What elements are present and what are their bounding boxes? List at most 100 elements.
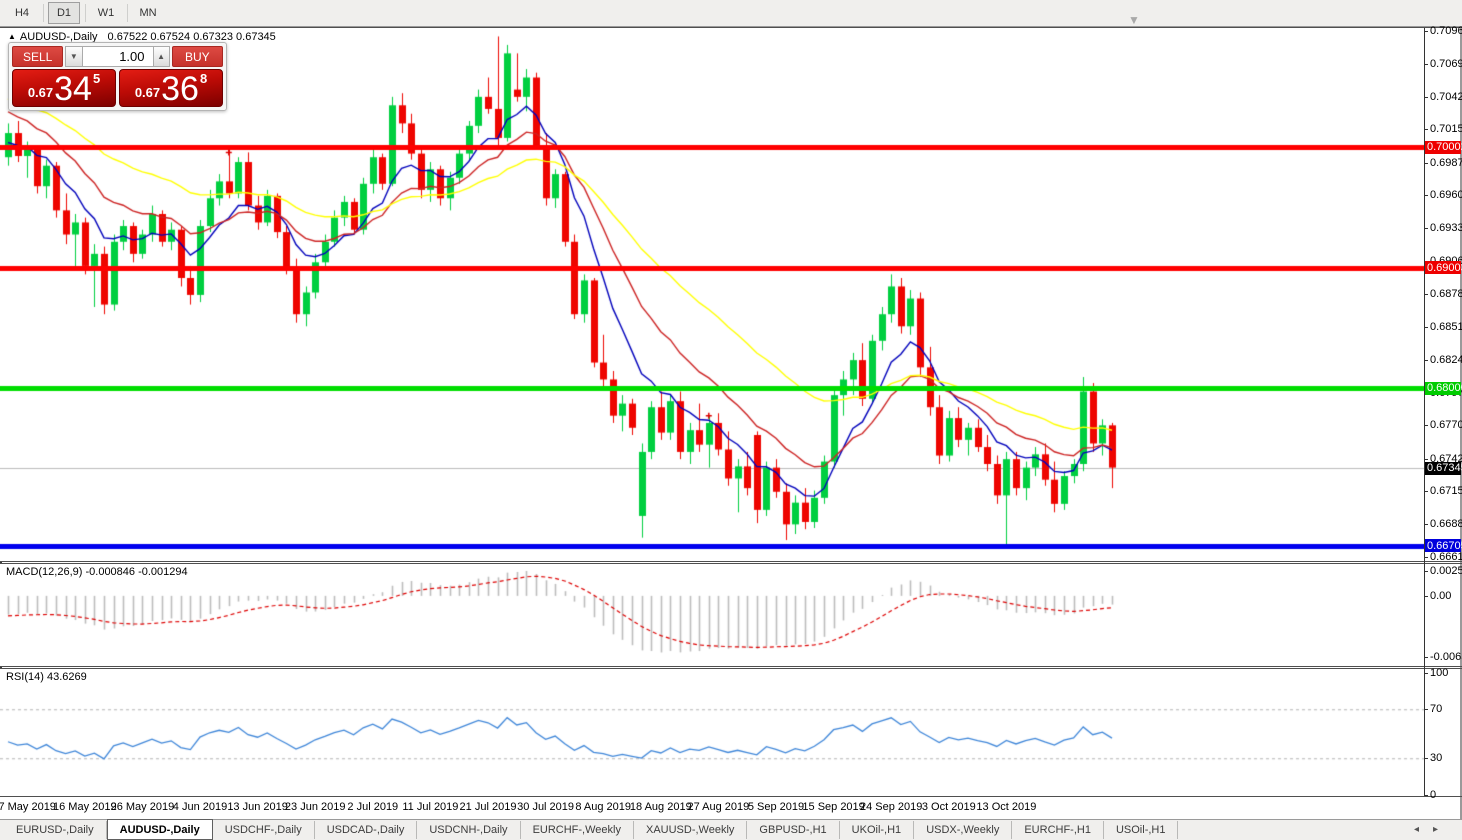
price-axis-tick: 0.70965 (1430, 25, 1462, 38)
rsi-axis-tick: 100 (1430, 666, 1449, 679)
chart-tab-xauusd-weekly[interactable]: XAUUSD-,Weekly (634, 821, 748, 839)
timeframe-button-h4[interactable]: H4 (6, 2, 38, 24)
date-axis-label: 21 Jul 2019 (459, 801, 517, 813)
price-axis-tick: 0.66880 (1430, 518, 1462, 531)
date-axis-label: 18 Aug 2019 (629, 801, 692, 813)
chart-tab-usdx-weekly[interactable]: USDX-,Weekly (914, 821, 1013, 839)
chart-tab-eurchf-weekly[interactable]: EURCHF-,Weekly (521, 821, 634, 839)
chart-tab-ukoil-h1[interactable]: UKOil-,H1 (840, 821, 915, 839)
price-badge: 0.68006 (1425, 381, 1462, 395)
volume-increase-button[interactable]: ▲ (152, 46, 170, 67)
spinner-up-icon: ▲ (157, 52, 166, 61)
chart-tab-usdcnh-daily[interactable]: USDCNH-,Daily (417, 821, 521, 839)
spinner-down-icon: ▼ (69, 52, 78, 61)
axis-tick-mark (1424, 294, 1428, 296)
axis-tick-mark (1424, 491, 1428, 493)
chart-shift-marker-icon[interactable]: ▼ (1126, 13, 1142, 27)
macd-axis-tick: 0.00 (1430, 589, 1452, 602)
sell-price-prefix: 0.67 (27, 85, 54, 100)
timeframe-toolbar: H4 D1 W1 MN (0, 0, 1462, 27)
chart-tab-eurusd-daily[interactable]: EURUSD-,Daily (4, 821, 107, 839)
buy-price-big: 36 (161, 70, 199, 108)
buy-price-button[interactable]: 0.67 36 8 (119, 69, 223, 107)
date-axis-label: 30 Jul 2019 (517, 801, 575, 813)
axis-tick-mark (1424, 795, 1428, 796)
price-axis-tick: 0.67700 (1430, 419, 1462, 432)
price-badge: 0.67345 (1425, 461, 1462, 475)
date-axis-label: 24 Sep 2019 (859, 801, 923, 813)
chart-tab-gbpusd-h1[interactable]: GBPUSD-,H1 (747, 821, 840, 839)
macd-indicator-chart[interactable] (0, 564, 1424, 666)
price-axis-tick: 0.69330 (1430, 222, 1462, 235)
toolbar-separator (43, 4, 44, 22)
axis-tick-mark (1424, 524, 1428, 526)
date-axis-label: 16 May 2019 (52, 801, 117, 813)
date-axis[interactable]: 7 May 2019 16 May 2019 26 May 2019 4 Jun 20… (0, 797, 1424, 819)
rsi-indicator-chart[interactable] (0, 669, 1424, 796)
price-badge: 0.66705 (1425, 539, 1462, 552)
sell-button[interactable]: SELL (12, 46, 64, 67)
chart-tab-eurchf-h1[interactable]: EURCHF-,H1 (1012, 821, 1104, 839)
chart-tab-usdcad-daily[interactable]: USDCAD-,Daily (315, 821, 418, 839)
date-axis-label: 27 Aug 2019 (687, 801, 750, 813)
buy-button[interactable]: BUY (171, 46, 223, 67)
one-click-trading-panel: SELL ▼ ▲ BUY 0.67 34 5 0.67 36 8 (8, 42, 227, 111)
axis-tick-mark (1424, 162, 1428, 164)
price-axis-tick: 0.66610 (1430, 550, 1462, 563)
sell-price-pip: 5 (92, 71, 101, 86)
buy-price-pip: 8 (199, 71, 208, 86)
close-value: 0.67345 (236, 31, 276, 43)
volume-input[interactable] (82, 46, 153, 67)
chart-tab-usdchf-daily[interactable]: USDCHF-,Daily (213, 821, 315, 839)
rsi-axis-tick: 70 (1430, 703, 1443, 716)
toolbar-separator (85, 4, 86, 22)
axis-tick-mark (1424, 63, 1428, 65)
main-panel-bottom-border[interactable] (0, 561, 1462, 562)
price-axis-tick: 0.70420 (1430, 90, 1462, 103)
macd-panel-bottom-border[interactable] (0, 666, 1462, 667)
macd-label: MACD(12,26,9) -0.000846 -0.001294 (6, 566, 188, 578)
timeframe-button-d1[interactable]: D1 (48, 2, 80, 24)
rsi-axis-tick: 30 (1430, 752, 1443, 765)
axis-tick-mark (1424, 96, 1428, 98)
axis-tick-mark (1424, 458, 1428, 460)
collapse-arrow-icon[interactable]: ▲ (8, 32, 16, 41)
date-axis-label: 13 Oct 2019 (976, 801, 1037, 813)
macd-value-main: -0.000846 (85, 566, 136, 578)
axis-tick-mark (1424, 657, 1428, 658)
axis-tick-mark (1424, 709, 1428, 711)
timeframe-button-mn[interactable]: MN (132, 2, 164, 24)
price-axis-tick: 0.70695 (1430, 57, 1462, 70)
price-axis-tick: 0.69875 (1430, 156, 1462, 169)
price-badge: 0.69003 (1425, 261, 1462, 275)
axis-tick-mark (1424, 758, 1428, 760)
date-axis-label: 4 Jun 2019 (172, 801, 228, 813)
axis-tick-mark (1424, 31, 1428, 33)
axis-tick-mark (1424, 595, 1428, 597)
date-axis-label: 7 May 2019 (0, 801, 56, 813)
date-axis-label: 8 Aug 2019 (575, 801, 632, 813)
macd-value-signal: -0.001294 (138, 566, 188, 578)
price-axis-tick: 0.68240 (1430, 354, 1462, 367)
date-axis-label: 15 Sep 2019 (802, 801, 865, 813)
axis-tick-mark (1424, 556, 1428, 558)
axis-tick-mark (1424, 425, 1428, 427)
date-axis-label: 3 Oct 2019 (921, 801, 976, 813)
date-axis-label: 23 Jun 2019 (284, 801, 346, 813)
price-axis-tick: 0.68785 (1430, 288, 1462, 301)
date-axis-label: 26 May 2019 (110, 801, 175, 813)
chart-tab-audusd-daily[interactable]: AUDUSD-,Daily (106, 819, 213, 840)
axis-tick-mark (1424, 326, 1428, 328)
chart-tab-usoil-h1[interactable]: USOil-,H1 (1104, 821, 1179, 839)
axis-tick-mark (1424, 195, 1428, 197)
price-badge: 0.70002 (1425, 140, 1462, 154)
sell-price-button[interactable]: 0.67 34 5 (12, 69, 116, 107)
tab-scroll-right-icon[interactable]: ▸ (1433, 824, 1452, 835)
timeframe-button-w1[interactable]: W1 (90, 2, 122, 24)
date-axis-label: 13 Jun 2019 (227, 801, 288, 813)
price-axis-tick: 0.69605 (1430, 189, 1462, 202)
tab-scroll-left-icon[interactable]: ◂ (1414, 824, 1433, 835)
axis-tick-mark (1424, 571, 1428, 572)
volume-decrease-button[interactable]: ▼ (65, 46, 83, 67)
rsi-axis-tick: 0 (1430, 789, 1437, 801)
